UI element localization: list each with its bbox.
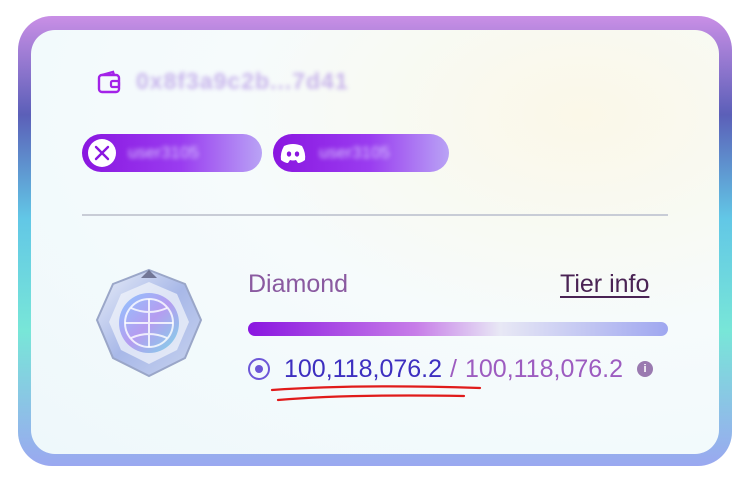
tier-info-link[interactable]: Tier info	[560, 270, 649, 299]
discord-account-pill[interactable]: user3105	[273, 134, 449, 172]
twitter-handle: user3105	[128, 143, 199, 162]
divider	[82, 214, 668, 216]
discord-icon	[279, 139, 307, 167]
diamond-badge-icon	[95, 268, 203, 378]
points-total: 100,118,076.2	[464, 354, 624, 383]
tier-name: Diamond	[248, 270, 349, 298]
info-icon[interactable]: i	[637, 361, 654, 377]
tier-progress-bar	[248, 322, 668, 336]
twitter-account-pill[interactable]: user3105	[82, 134, 262, 172]
red-underline-annotation	[270, 385, 482, 402]
wallet-icon	[97, 70, 121, 94]
discord-handle: user3105	[319, 143, 390, 162]
x-twitter-icon	[88, 139, 116, 167]
wallet-address[interactable]: 0x8f3a9c2b...7d41	[136, 68, 349, 95]
points-coin-icon	[248, 358, 270, 380]
